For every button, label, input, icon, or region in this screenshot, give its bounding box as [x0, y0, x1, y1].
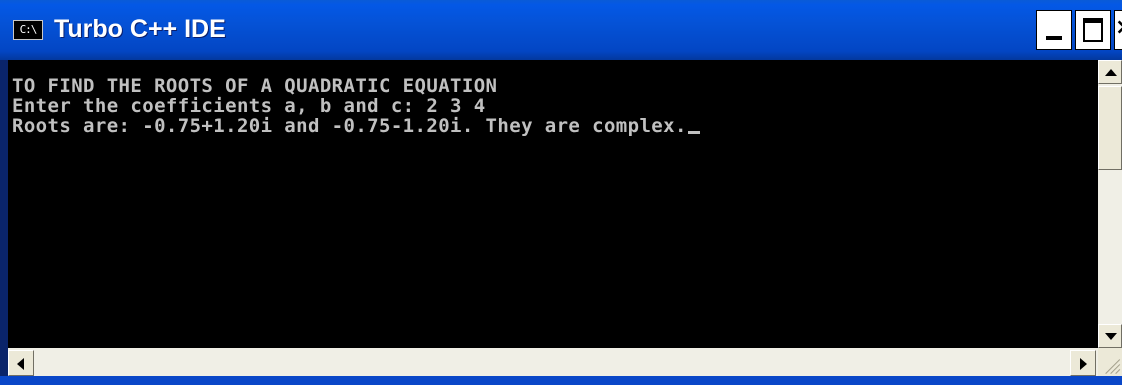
arrow-down-icon	[1105, 333, 1117, 340]
scroll-up-button[interactable]	[1098, 60, 1122, 84]
vertical-scroll-thumb[interactable]	[1098, 86, 1122, 170]
scroll-left-button[interactable]	[8, 350, 34, 376]
console-line-1: TO FIND THE ROOTS OF A QUADRATIC EQUATIO…	[12, 75, 498, 97]
scroll-down-button[interactable]	[1098, 324, 1122, 348]
horizontal-scrollbar[interactable]	[8, 348, 1098, 376]
console-output[interactable]: TO FIND THE ROOTS OF A QUADRATIC EQUATIO…	[8, 60, 1098, 348]
close-icon: ×	[1115, 17, 1122, 39]
console-window: C:\ Turbo C++ IDE × TO FIND THE ROOTS OF…	[0, 0, 1122, 385]
title-bar[interactable]: C:\ Turbo C++ IDE ×	[0, 0, 1122, 60]
console-line-3-text: Roots are: -0.75+1.20i and -0.75-1.20i. …	[12, 115, 687, 137]
cmd-console-icon[interactable]: C:\	[13, 20, 43, 40]
close-button[interactable]: ×	[1114, 10, 1122, 50]
console-line-3: Roots are: -0.75+1.20i and -0.75-1.20i. …	[12, 116, 700, 136]
minimize-icon	[1046, 36, 1062, 40]
window-title: Turbo C++ IDE	[54, 15, 226, 43]
window-bottom-border	[0, 376, 1122, 385]
text-cursor	[687, 131, 700, 134]
console-line-2: Enter the coefficients a, b and c: 2 3 4	[12, 95, 486, 117]
minimize-button[interactable]	[1036, 10, 1072, 50]
arrow-up-icon	[1105, 69, 1117, 76]
vertical-scrollbar[interactable]	[1098, 60, 1122, 348]
arrow-right-icon	[1080, 358, 1087, 370]
arrow-left-icon	[17, 358, 24, 370]
scroll-right-button[interactable]	[1070, 350, 1096, 376]
resize-grip-icon[interactable]	[1098, 348, 1122, 376]
maximize-icon	[1083, 18, 1103, 42]
maximize-button[interactable]	[1075, 10, 1111, 50]
